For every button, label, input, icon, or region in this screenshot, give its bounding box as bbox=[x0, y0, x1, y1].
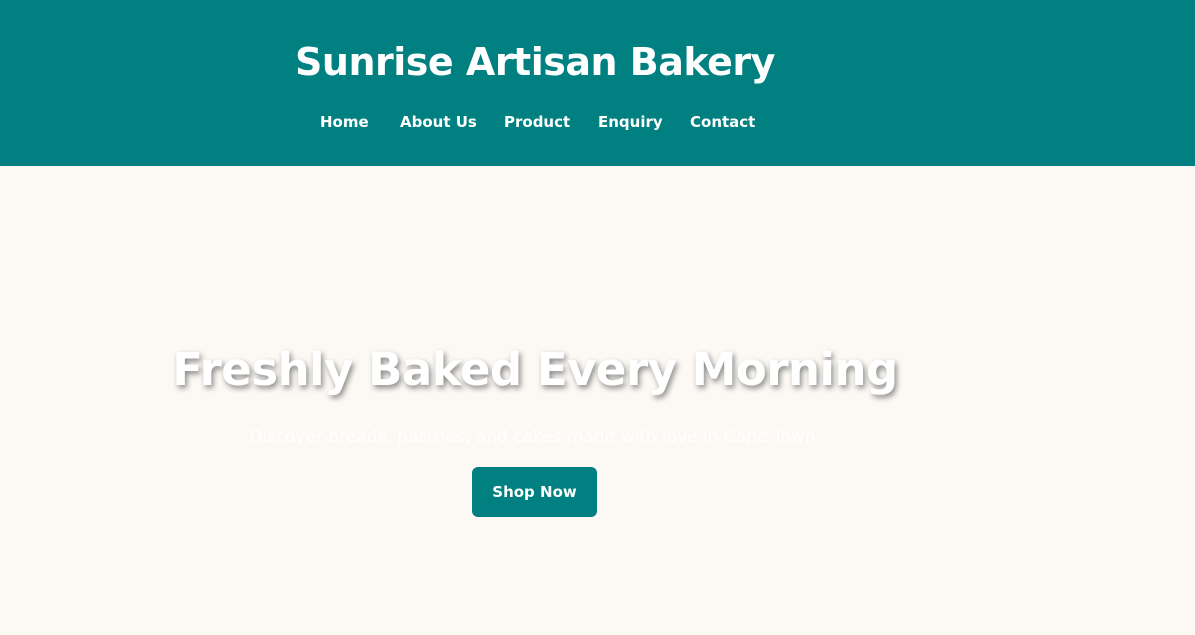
hero-section: Freshly Baked Every Morning Discover bre… bbox=[0, 166, 1195, 635]
hero-title: Freshly Baked Every Morning bbox=[172, 343, 898, 396]
site-header: Sunrise Artisan Bakery Home About Us Pro… bbox=[0, 0, 1195, 166]
nav-link-enquiry[interactable]: Enquiry bbox=[598, 110, 663, 134]
nav-link-about-us[interactable]: About Us bbox=[400, 110, 477, 134]
nav-link-home[interactable]: Home bbox=[320, 110, 369, 134]
nav-link-product[interactable]: Product bbox=[504, 110, 570, 134]
hero-subtitle: Discover breads, pastries, and cakes mad… bbox=[249, 427, 821, 447]
nav-link-contact[interactable]: Contact bbox=[690, 110, 755, 134]
main-nav: Home About Us Product Enquiry Contact bbox=[0, 110, 1195, 134]
shop-now-button[interactable]: Shop Now bbox=[472, 467, 597, 517]
site-title: Sunrise Artisan Bakery bbox=[295, 40, 775, 84]
